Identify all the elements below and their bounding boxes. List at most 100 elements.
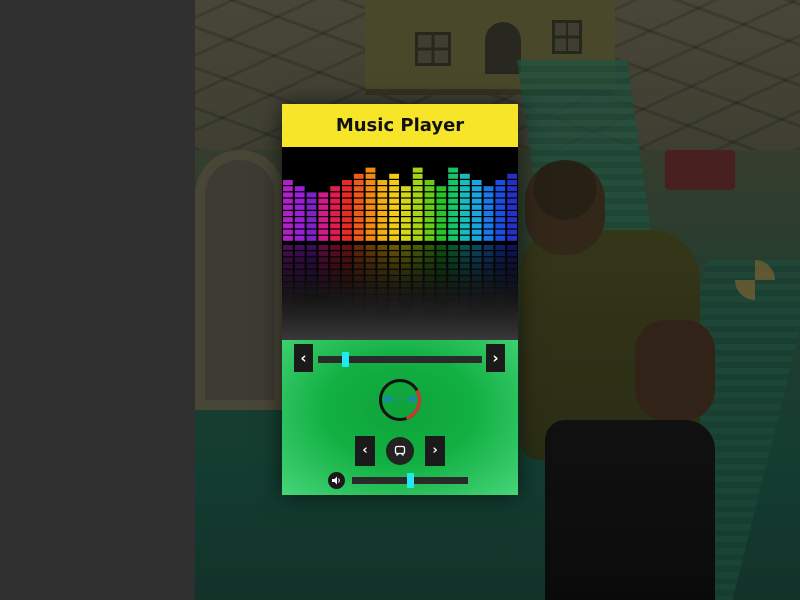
equalizer-segment [353, 223, 364, 229]
equalizer-segment [330, 186, 340, 192]
equalizer-segment [318, 211, 329, 216]
equalizer-segment [353, 192, 364, 198]
equalizer-segment [460, 229, 470, 235]
equalizer-segment [342, 223, 352, 229]
volume-handle[interactable] [406, 473, 414, 488]
play-button[interactable] [386, 437, 414, 465]
equalizer-segment [330, 229, 340, 235]
equalizer-segment [377, 223, 388, 229]
equalizer-segment [353, 198, 364, 204]
equalizer-segment [424, 204, 435, 210]
equalizer-segment [471, 192, 482, 198]
equalizer-segment [412, 192, 423, 198]
equalizer-segment [389, 235, 399, 241]
equalizer-segment [365, 235, 376, 241]
equalizer-segment [448, 180, 458, 185]
equalizer-segment [365, 173, 376, 179]
equalizer-segment [471, 180, 482, 185]
equalizer-segment [471, 198, 482, 204]
equalizer-segment [318, 217, 329, 223]
equalizer-segment [318, 235, 329, 241]
equalizer-segment [306, 229, 317, 235]
equalizer-segment [342, 180, 352, 185]
equalizer-segment [507, 204, 517, 210]
equalizer-segment [495, 235, 506, 241]
equalizer-segment [342, 211, 352, 216]
seek-bar[interactable] [318, 352, 482, 367]
equalizer-segment [448, 235, 458, 241]
equalizer-segment [294, 204, 305, 210]
equalizer-segment [483, 235, 494, 241]
equalizer-segment [294, 186, 305, 192]
equalizer-segment [342, 198, 352, 204]
equalizer-segment [306, 204, 317, 210]
equalizer-segment [330, 223, 340, 229]
equalizer-segment [365, 180, 376, 185]
equalizer-segment [330, 235, 340, 241]
equalizer-segment [495, 204, 506, 210]
equalizer-segment [283, 186, 293, 192]
equalizer-segment [377, 192, 388, 198]
equalizer-segment [294, 217, 305, 223]
seek-handle[interactable] [341, 352, 349, 367]
equalizer-segment [507, 173, 517, 179]
equalizer-segment [377, 235, 388, 241]
equalizer-segment [471, 217, 482, 223]
equalizer-segment [330, 198, 340, 204]
equalizer-segment [471, 229, 482, 235]
equalizer-segment [412, 186, 423, 192]
equalizer-segment [412, 204, 423, 210]
equalizer-segment [283, 217, 293, 223]
equalizer-segment [294, 192, 305, 198]
equalizer-segment [365, 167, 376, 173]
equalizer-segment [377, 198, 388, 204]
equalizer-segment [495, 186, 506, 192]
equalizer-segment [389, 173, 399, 179]
equalizer-segment [353, 217, 364, 223]
equalizer-segment [424, 211, 435, 216]
equalizer-segment [294, 235, 305, 241]
equalizer-segment [507, 211, 517, 216]
prev-track-button[interactable]: ‹ [294, 344, 313, 372]
rewind-button[interactable]: ‹ [355, 436, 375, 466]
equalizer-segment [412, 211, 423, 216]
equalizer-segment [424, 229, 435, 235]
equalizer-segment [471, 186, 482, 192]
equalizer-segment [318, 223, 329, 229]
equalizer-segment [424, 186, 435, 192]
equalizer-segment [283, 180, 293, 185]
equalizer-segment [318, 229, 329, 235]
chevron-left-icon: ‹ [300, 349, 307, 367]
equalizer-segment [283, 211, 293, 216]
equalizer-segment [283, 229, 293, 235]
equalizer-segment [377, 204, 388, 210]
next-track-button[interactable]: › [486, 344, 505, 372]
equalizer-segment [436, 186, 447, 192]
speaker-icon [332, 476, 340, 485]
equalizer-segment [507, 235, 517, 241]
fast-forward-button[interactable]: › [425, 436, 445, 466]
equalizer-segment [389, 192, 399, 198]
equalizer-segment [283, 192, 293, 198]
equalizer-segment [318, 204, 329, 210]
equalizer-segment [448, 223, 458, 229]
volume-slider[interactable] [352, 473, 468, 488]
equalizer-segment [424, 198, 435, 204]
equalizer-segment [389, 198, 399, 204]
equalizer-segment [507, 217, 517, 223]
equalizer-segment [460, 211, 470, 216]
equalizer-segment [365, 217, 376, 223]
equalizer-segment [401, 204, 411, 210]
equalizer-segment [471, 211, 482, 216]
equalizer-segment [401, 198, 411, 204]
equalizer-segment [460, 204, 470, 210]
equalizer-segment [283, 235, 293, 241]
playback-controls: ‹ › [355, 436, 445, 466]
equalizer-segment [483, 217, 494, 223]
equalizer-segment [495, 217, 506, 223]
equalizer-segment [460, 180, 470, 185]
equalizer-segment [294, 198, 305, 204]
equalizer-segment [389, 217, 399, 223]
mute-button[interactable] [328, 472, 345, 489]
equalizer-segment [471, 223, 482, 229]
